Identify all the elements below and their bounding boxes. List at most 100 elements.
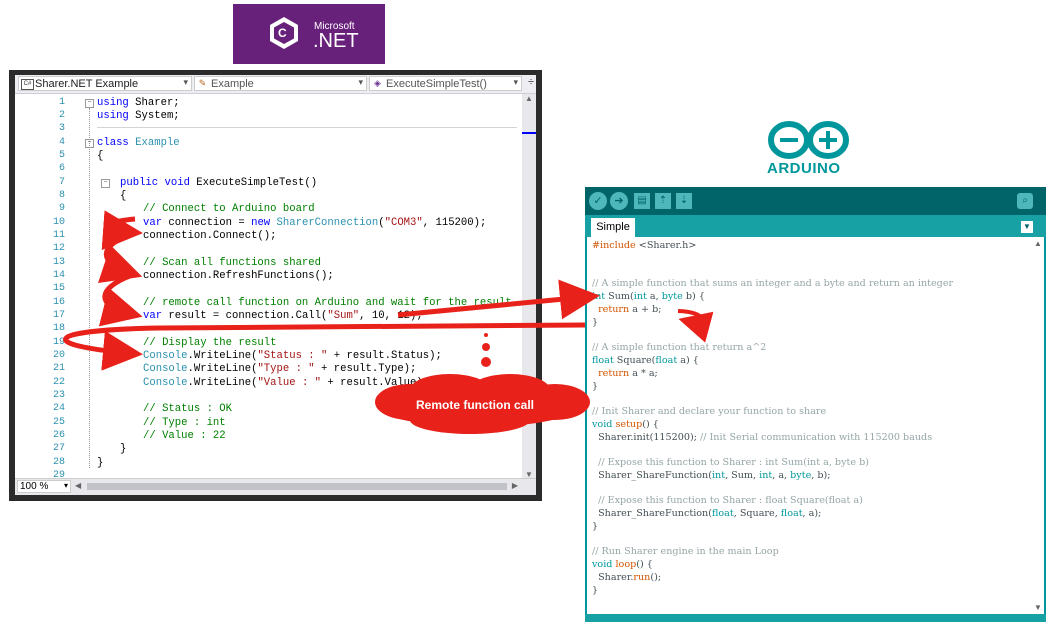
keyword: int <box>711 470 726 481</box>
line-number: 25 <box>52 417 65 428</box>
code-line: void setup() { <box>592 419 659 430</box>
code-line: var result = connection.Call("Sum", 10, … <box>143 310 423 322</box>
keyword: run <box>633 572 651 583</box>
tab-menu-icon[interactable]: ▼ <box>1021 221 1033 233</box>
code-line: } <box>120 443 127 455</box>
code-line: { <box>120 190 127 202</box>
line-number: 18 <box>52 323 65 334</box>
save-sketch-icon[interactable]: ⇣ <box>676 193 692 209</box>
code-comment: // remote call function on Arduino and w… <box>143 297 512 309</box>
vertical-scrollbar[interactable]: ▲ ▼ <box>1032 237 1044 614</box>
serial-monitor-icon[interactable]: ⌕ <box>1017 193 1033 209</box>
open-sketch-icon[interactable]: ⇡ <box>655 193 671 209</box>
code-text: b) { <box>682 291 705 302</box>
code-line: connection.Connect(); <box>143 230 277 242</box>
zoom-dropdown[interactable]: 100 % ▾ <box>17 480 71 493</box>
outline-guide <box>89 108 91 468</box>
arduino-ide: ✓ ➔ ▤ ⇡ ⇣ ⌕ Simple ▼ #include <Sharer.h>… <box>585 187 1046 622</box>
code-comment: // Connect to Arduino board <box>143 203 315 215</box>
code-text: () { <box>642 419 659 430</box>
scroll-up-icon[interactable]: ▲ <box>1034 239 1042 248</box>
horizontal-scrollbar[interactable]: 100 % ▾ ◀ ▶ <box>15 478 536 495</box>
keyword: int <box>592 291 606 302</box>
line-number: 4 <box>58 137 65 148</box>
string-literal: "Sum" <box>327 310 360 322</box>
code-line: public void ExecuteSimpleTest() <box>120 177 317 189</box>
type-name: SharerConnection <box>270 217 379 229</box>
keyword: float <box>655 355 678 366</box>
line-number: 6 <box>58 163 65 174</box>
visual-studio-editor: C# Sharer.NET Example ▾ ✎ Example ▾ ◈ Ex… <box>9 70 542 501</box>
keyword: return <box>592 304 630 315</box>
chevron-down-icon: ▾ <box>513 77 518 87</box>
string-literal: "Status : " <box>257 350 328 362</box>
tab-simple[interactable]: Simple <box>591 218 635 237</box>
code-line: } <box>592 381 599 392</box>
code-text: <Sharer.h> <box>635 240 697 251</box>
keyword: public void <box>120 177 190 189</box>
code-text: , 115200); <box>422 217 487 229</box>
code-line: } <box>592 585 599 596</box>
code-text: () { <box>636 559 653 570</box>
code-text: Sharer_ShareFunction( <box>592 470 712 481</box>
type-name: Console <box>143 363 188 375</box>
collapse-icon[interactable]: − <box>101 179 110 188</box>
zoom-level: 100 % <box>20 481 49 492</box>
scroll-right-icon[interactable]: ▶ <box>512 481 518 490</box>
line-number: 8 <box>58 190 65 201</box>
dotnet-logo: C Microsoft .NET <box>233 4 385 64</box>
csharp-project-icon: C# <box>21 79 34 90</box>
upload-icon[interactable]: ➔ <box>610 192 628 210</box>
vertical-scrollbar[interactable]: ▲ ▼ <box>522 94 536 479</box>
code-comment: // Expose this function to Sharer : int … <box>592 457 869 468</box>
code-text: Sharer_ShareFunction( <box>592 508 712 519</box>
line-number: 15 <box>52 283 65 294</box>
type-name: Console <box>143 377 188 389</box>
line-number: 14 <box>52 270 65 281</box>
keyword: class <box>97 137 129 149</box>
keyword: return <box>592 368 630 379</box>
sketch-tabs: Simple ▼ <box>585 215 1046 237</box>
arduino-code-editor[interactable]: #include <Sharer.h> // A simple function… <box>587 237 1044 614</box>
new-sketch-icon[interactable]: ▤ <box>634 193 650 209</box>
string-literal: "COM3" <box>384 217 423 229</box>
keyword: byte <box>661 291 683 302</box>
line-number: 19 <box>52 337 65 348</box>
code-text: a, <box>646 291 662 302</box>
code-editor[interactable]: 1 2 3 4 5 6 7 8 9 10 11 12 13 14 15 16 1… <box>15 94 522 481</box>
remote-call-label: Remote function call <box>416 398 535 412</box>
method-icon: ◈ <box>374 78 381 88</box>
code-comment: // Init Serial communication with 115200… <box>699 432 933 443</box>
class-dropdown[interactable]: ✎ Example ▾ <box>194 76 367 91</box>
collapse-icon[interactable]: − <box>85 139 94 148</box>
code-line: connection.RefreshFunctions(); <box>143 270 334 282</box>
chevron-down-icon: ▾ <box>183 77 188 87</box>
collapse-icon[interactable]: − <box>85 99 94 108</box>
line-number: 1 <box>58 97 65 108</box>
scroll-down-icon[interactable]: ▼ <box>1034 603 1042 612</box>
line-number: 2 <box>58 110 65 121</box>
line-number: 20 <box>52 350 65 361</box>
scroll-thumb[interactable] <box>87 483 507 490</box>
code-comment: // A simple function that sums an intege… <box>592 278 954 289</box>
code-text: Sum( <box>605 291 634 302</box>
verify-icon[interactable]: ✓ <box>589 192 607 210</box>
string-literal: "Value : " <box>257 377 322 389</box>
code-comment: // Init Sharer and declare your function… <box>592 406 827 417</box>
member-dropdown[interactable]: ◈ ExecuteSimpleTest() ▾ <box>369 76 522 91</box>
code-comment: // A simple function that return a^2 <box>592 342 767 353</box>
code-line: Console.WriteLine("Type : " + result.Typ… <box>143 363 416 375</box>
code-line: Console.WriteLine("Value : " + result.Va… <box>143 377 429 389</box>
scroll-up-icon[interactable]: ▲ <box>525 94 533 103</box>
code-line: class Example <box>97 137 180 149</box>
split-window-icon[interactable]: ÷ <box>528 76 534 88</box>
project-dropdown[interactable]: C# Sharer.NET Example ▾ <box>18 76 192 91</box>
code-text: connection = <box>162 217 252 229</box>
code-line: void loop() { <box>592 559 653 570</box>
code-text: Sharer; <box>128 97 180 109</box>
arduino-toolbar: ✓ ➔ ▤ ⇡ ⇣ ⌕ <box>585 187 1046 215</box>
code-comment: // Status : OK <box>143 403 233 415</box>
scroll-left-icon[interactable]: ◀ <box>75 481 81 490</box>
code-line: float Square(float a) { <box>592 355 699 366</box>
line-number: 12 <box>52 243 65 254</box>
